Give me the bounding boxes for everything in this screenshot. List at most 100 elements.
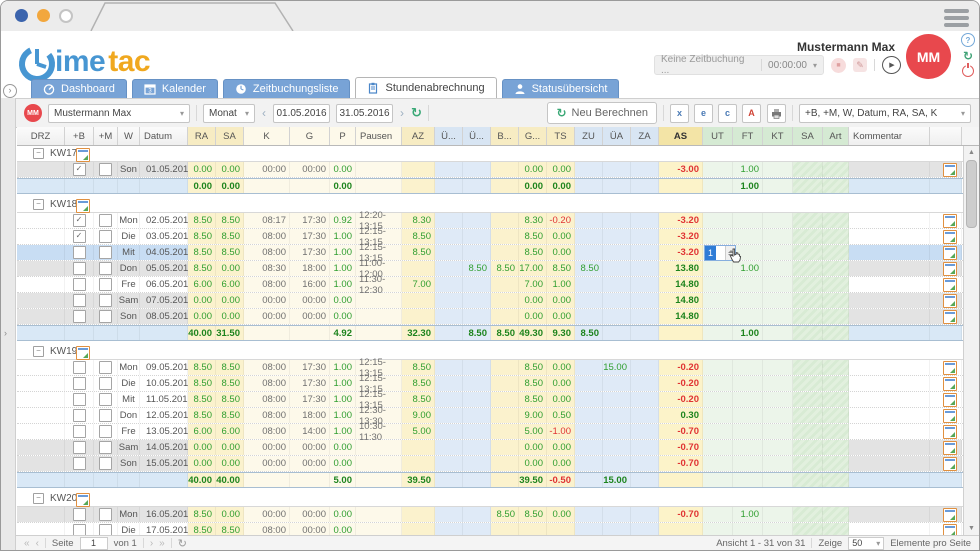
column-header-az[interactable]: AZ — [402, 127, 435, 145]
date-from-input[interactable]: 01.05.2016 — [273, 104, 330, 123]
collapse-icon[interactable]: − — [33, 199, 44, 210]
day-view-icon[interactable] — [943, 393, 957, 407]
export-A-icon[interactable]: A — [742, 104, 761, 123]
day-view-icon[interactable] — [943, 508, 957, 522]
day-view-icon[interactable] — [943, 294, 957, 308]
west-panel-expand-icon[interactable]: › — [3, 84, 17, 98]
day-view-icon[interactable] — [943, 361, 957, 375]
day-view-icon[interactable] — [943, 262, 957, 276]
column-header-sa[interactable]: SA — [216, 127, 244, 145]
column-header-ua[interactable]: ÜA — [603, 127, 631, 145]
table-row[interactable]: ✓Die03.05.20168.508.5008:0017:301.0012:1… — [17, 229, 963, 245]
day-view-icon[interactable] — [943, 377, 957, 391]
row-checkbox-m[interactable] — [99, 214, 112, 227]
row-checkbox-m[interactable] — [99, 246, 112, 259]
column-header-p[interactable]: P — [330, 127, 356, 145]
row-checkbox-m[interactable] — [99, 524, 112, 535]
traffic-light-blue-icon[interactable] — [15, 9, 28, 22]
row-checkbox-m[interactable] — [99, 294, 112, 307]
table-row[interactable]: Sam14.05.20160.000.0000:0000:000.000.000… — [17, 440, 963, 456]
help-icon[interactable]: ? — [961, 33, 975, 47]
column-header-as[interactable]: AS — [659, 127, 703, 145]
tab-zeitbuchungsliste[interactable]: Zeitbuchungsliste — [223, 79, 351, 98]
table-row[interactable]: Fre13.05.20166.006.0008:0014:001.0010:30… — [17, 424, 963, 440]
reload-icon[interactable]: ↻ — [411, 105, 422, 121]
row-checkbox-m[interactable] — [99, 508, 112, 521]
user-select[interactable]: Mustermann Max▾ — [48, 104, 190, 123]
section-row[interactable]: −KW20: — [17, 491, 963, 507]
row-checkbox-b[interactable]: ✓ — [73, 230, 86, 243]
column-header-kommentar[interactable]: Kommentar — [849, 127, 930, 145]
day-view-icon[interactable] — [943, 278, 957, 292]
table-row[interactable]: Mon09.05.20168.508.5008:0017:301.0012:15… — [17, 360, 963, 376]
table-row[interactable]: Sam07.05.20160.000.0000:0000:000.000.000… — [17, 293, 963, 309]
refresh-icon[interactable]: ↻ — [963, 50, 973, 62]
page-input[interactable]: 1 — [80, 537, 108, 550]
table-row[interactable]: Fre06.05.20166.006.0008:0016:001.0011:30… — [17, 277, 963, 293]
row-checkbox-m[interactable] — [99, 230, 112, 243]
next-period-button[interactable]: › — [399, 106, 405, 120]
collapse-icon[interactable]: − — [33, 148, 44, 159]
table-row[interactable]: Mon16.05.20168.500.0000:0000:000.008.508… — [17, 507, 963, 523]
row-checkbox-m[interactable] — [99, 262, 112, 275]
column-header-cb2[interactable]: +M — [94, 127, 118, 145]
west-collapse-strip[interactable]: › — [1, 98, 16, 550]
row-checkbox-b[interactable] — [73, 377, 86, 390]
start-booking-button[interactable]: ▶ — [882, 56, 901, 74]
export-x-icon[interactable]: x — [670, 104, 689, 123]
logout-power-icon[interactable] — [962, 65, 974, 77]
collapse-icon[interactable]: − — [33, 493, 44, 504]
row-checkbox-b[interactable] — [73, 262, 86, 275]
day-view-icon[interactable] — [943, 425, 957, 439]
prev-period-button[interactable]: ‹ — [261, 106, 267, 120]
row-checkbox-b[interactable] — [73, 409, 86, 422]
recalculate-button[interactable]: ↻ Neu Berechnen — [547, 102, 657, 124]
section-export-icon[interactable] — [76, 199, 90, 213]
scroll-down-icon[interactable]: ▼ — [964, 522, 979, 535]
scroll-up-icon[interactable]: ▲ — [964, 146, 979, 159]
print-icon[interactable] — [767, 104, 786, 123]
tab-dashboard[interactable]: Dashboard — [31, 79, 127, 98]
table-row[interactable]: Mit04.05.20168.508.5008:0017:301.0012:15… — [17, 245, 963, 261]
export-e-icon[interactable]: e — [694, 104, 713, 123]
day-view-icon[interactable] — [943, 163, 957, 177]
row-checkbox-b[interactable] — [73, 393, 86, 406]
row-checkbox-b[interactable] — [73, 441, 86, 454]
row-checkbox-b[interactable] — [73, 310, 86, 323]
day-view-icon[interactable] — [943, 441, 957, 455]
row-checkbox-m[interactable] — [99, 393, 112, 406]
row-checkbox-b[interactable] — [73, 361, 86, 374]
row-checkbox-b[interactable] — [73, 425, 86, 438]
vertical-scrollbar[interactable]: ▲ ▼ — [963, 146, 979, 535]
row-checkbox-m[interactable] — [99, 310, 112, 323]
next-page-button[interactable]: › — [150, 538, 153, 549]
column-header-za[interactable]: ZA — [631, 127, 659, 145]
row-checkbox-b[interactable]: ✓ — [73, 214, 86, 227]
collapse-icon[interactable]: − — [33, 346, 44, 357]
day-view-icon[interactable] — [943, 230, 957, 244]
section-export-icon[interactable] — [76, 493, 90, 507]
edit-booking-icon[interactable]: ✎ — [853, 58, 867, 72]
section-export-icon[interactable] — [76, 148, 90, 162]
table-row[interactable]: ✓Mon02.05.20168.508.5008:1717:300.9212:2… — [17, 213, 963, 229]
table-row[interactable]: Die17.05.20168.508.5008:0000:000.00 — [17, 523, 963, 535]
row-checkbox-b[interactable] — [73, 294, 86, 307]
prev-page-button[interactable]: ‹ — [36, 538, 39, 549]
page-size-select[interactable]: 50▾ — [848, 537, 884, 550]
day-view-icon[interactable] — [943, 409, 957, 423]
column-header-sa2[interactable]: SA — [793, 127, 823, 145]
export-c-icon[interactable]: c — [718, 104, 737, 123]
stop-booking-icon[interactable]: ■ — [831, 58, 846, 73]
row-checkbox-m[interactable] — [99, 409, 112, 422]
day-view-icon[interactable] — [943, 524, 957, 536]
table-row[interactable]: ✓Son01.05.20160.000.0000:0000:000.000.00… — [17, 162, 963, 178]
day-view-icon[interactable] — [943, 310, 957, 324]
row-checkbox-m[interactable] — [99, 377, 112, 390]
last-page-button[interactable]: » — [159, 538, 165, 549]
table-row[interactable]: Mit11.05.20168.508.5008:0017:301.0012:15… — [17, 392, 963, 408]
column-header-kt[interactable]: KT — [763, 127, 793, 145]
table-row[interactable]: Son08.05.20160.000.0000:0000:000.000.000… — [17, 309, 963, 325]
column-header-art[interactable]: Art — [823, 127, 849, 145]
section-row[interactable]: −KW18: — [17, 197, 963, 213]
traffic-light-yellow-icon[interactable] — [37, 9, 50, 22]
